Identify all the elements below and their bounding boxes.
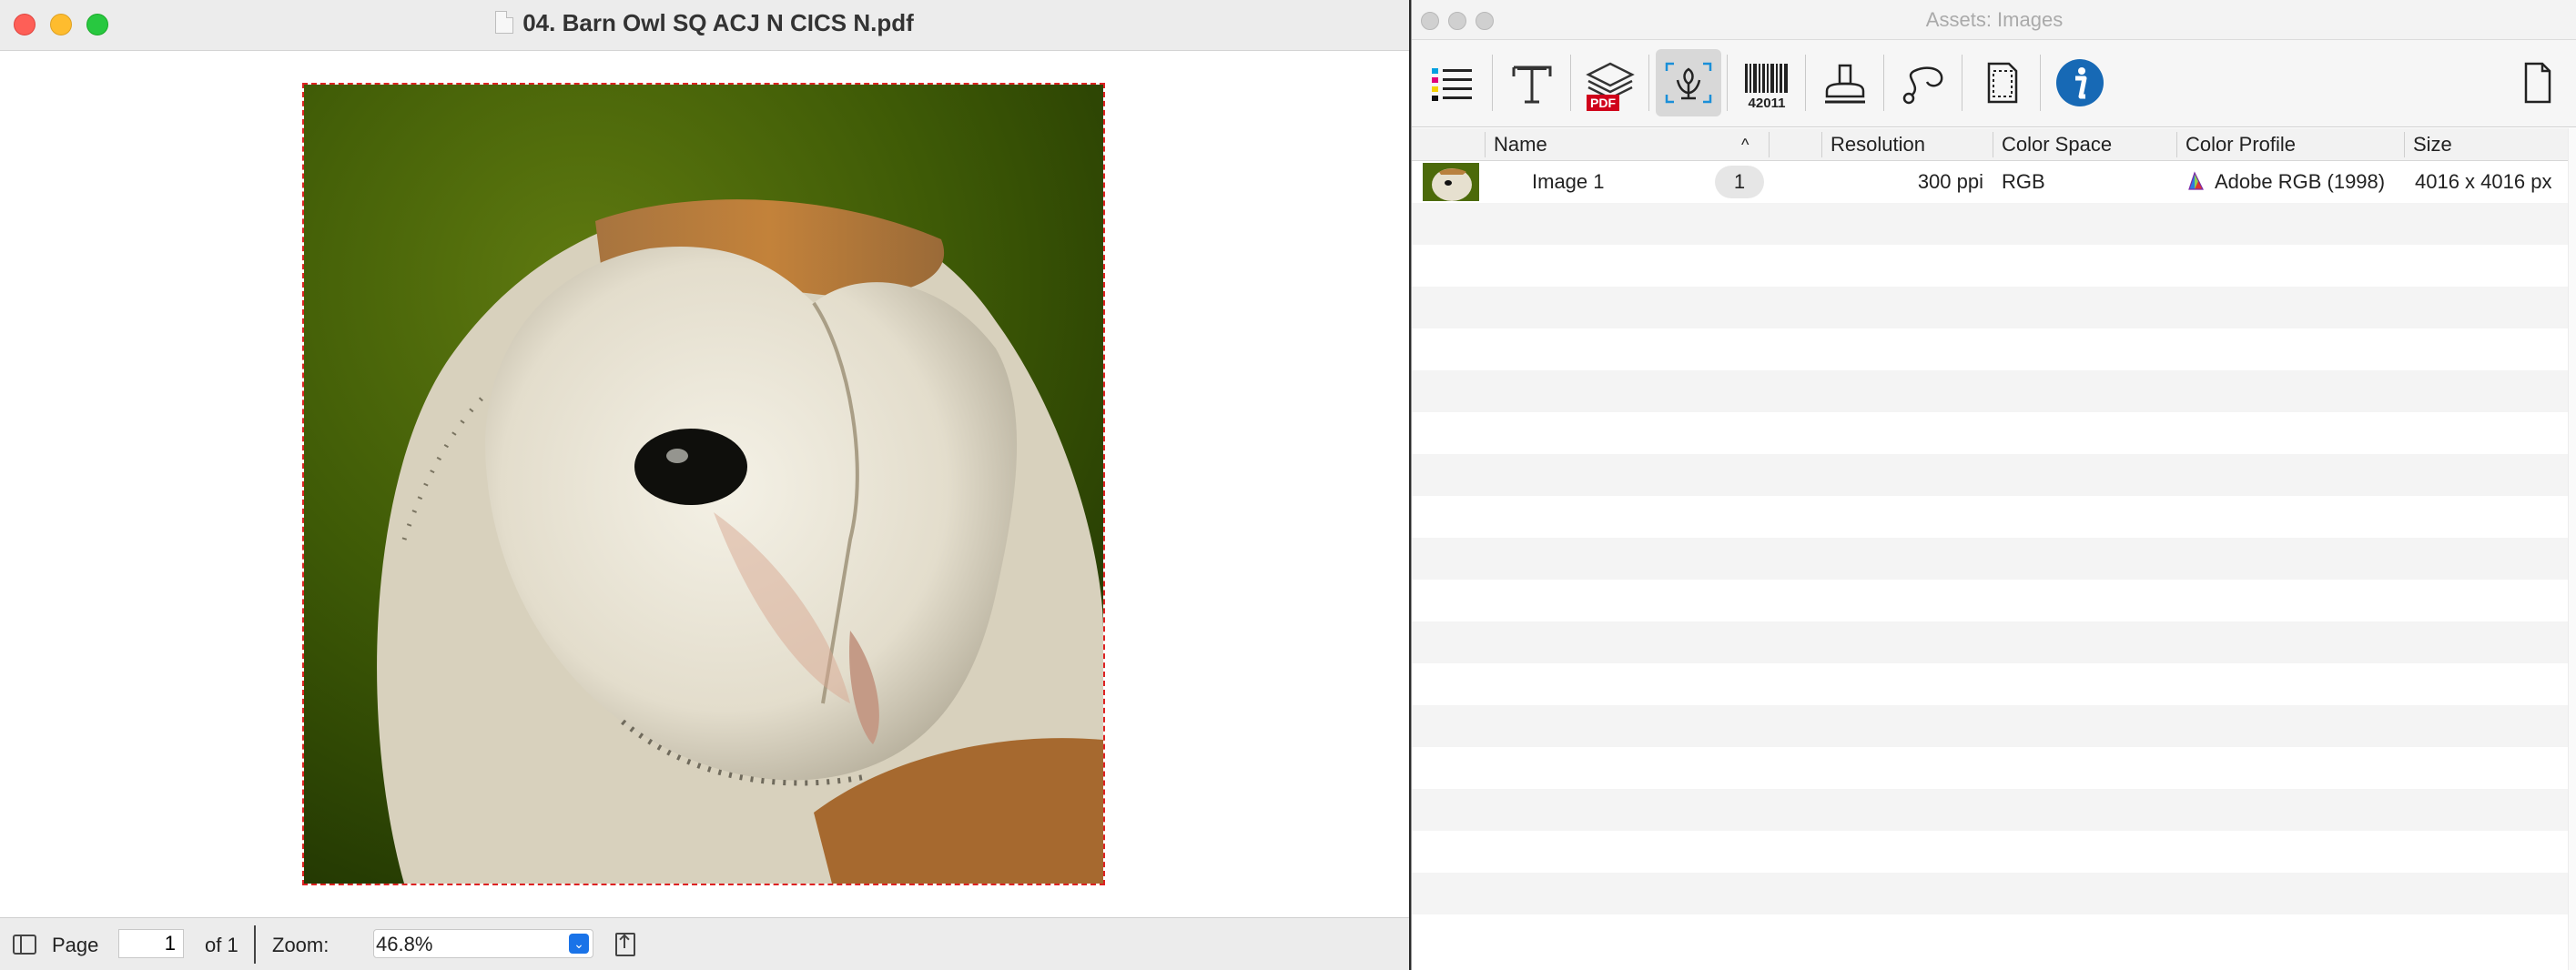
svg-text:42011: 42011 xyxy=(1749,96,1786,111)
document-statusbar: Page of 1 Zoom: 46.8% ⌄ xyxy=(0,917,1409,970)
page-number-input[interactable] xyxy=(118,929,184,958)
stamps-button[interactable] xyxy=(1812,49,1878,116)
column-separator xyxy=(1485,132,1486,157)
stamp-icon xyxy=(1825,64,1865,104)
table-header: Name ^ Resolution Color Space Color Prof… xyxy=(1412,128,2576,161)
empty-row xyxy=(1412,328,2576,370)
owl-image[interactable] xyxy=(302,83,1105,885)
toolbar-separator xyxy=(1648,55,1649,111)
toolbar-separator xyxy=(1805,55,1806,111)
row-color-profile-text: Adobe RGB (1998) xyxy=(2215,170,2386,193)
row-size: 4016 x 4016 px xyxy=(2415,170,2552,193)
owl-image-illustration xyxy=(304,85,1103,884)
toolbar-separator xyxy=(2040,55,2041,111)
empty-row xyxy=(1412,789,2576,831)
column-header-size[interactable]: Size xyxy=(2413,133,2452,158)
zoom-value: 46.8% xyxy=(376,933,433,955)
row-usage-count-badge: 1 xyxy=(1715,166,1764,198)
empty-row xyxy=(1412,245,2576,287)
empty-row xyxy=(1412,370,2576,412)
page-count-label: of 1 xyxy=(205,934,238,956)
thumbnail-owl-icon xyxy=(1423,163,1479,201)
empty-row xyxy=(1412,287,2576,328)
column-header-color-profile[interactable]: Color Profile xyxy=(2186,133,2296,158)
path-curve-icon xyxy=(1902,66,1943,105)
document-titlebar: 04. Barn Owl SQ ACJ N CICS N.pdf xyxy=(0,0,1409,51)
barcodes-button[interactable]: 42011 xyxy=(1734,49,1800,116)
document-file-icon xyxy=(495,11,514,34)
share-icon[interactable] xyxy=(615,933,635,956)
column-separator xyxy=(1821,132,1822,157)
row-color-profile: Adobe RGB (1998) xyxy=(2186,170,2385,194)
empty-row xyxy=(1412,496,2576,538)
document-icon xyxy=(2524,62,2551,104)
document-window: 04. Barn Owl SQ ACJ N CICS N.pdf Page 1 … xyxy=(0,0,1409,970)
assets-title: Assets: Images xyxy=(1925,8,2064,31)
table-row[interactable]: Image 1 1 300 ppi RGB Adobe RGB (1998) 4… xyxy=(1412,161,2576,203)
image-flower-icon xyxy=(1665,62,1712,104)
empty-row xyxy=(1412,914,2576,956)
empty-row xyxy=(1412,538,2576,580)
pdf-layers-button[interactable]: PDF xyxy=(1577,49,1643,116)
image-thumbnail xyxy=(1423,163,1479,201)
empty-row xyxy=(1412,621,2576,663)
page-box-icon xyxy=(1987,62,2018,104)
table-body: Image 1 1 300 ppi RGB Adobe RGB (1998) 4… xyxy=(1412,161,2576,970)
row-resolution: 300 ppi xyxy=(1917,170,1983,193)
document-title: 04. Barn Owl SQ ACJ N CICS N.pdf xyxy=(0,9,1409,37)
empty-row xyxy=(1412,705,2576,747)
document-canvas[interactable] xyxy=(0,52,1409,917)
color-list-icon xyxy=(1432,68,1472,101)
empty-row xyxy=(1412,580,2576,621)
row-name: Image 1 xyxy=(1532,170,1605,193)
column-header-color-space[interactable]: Color Space xyxy=(2002,133,2112,158)
empty-row xyxy=(1412,663,2576,705)
toolbar-separator xyxy=(1727,55,1728,111)
column-separator xyxy=(2176,132,2177,157)
barcode-icon: 42011 xyxy=(1745,64,1788,111)
empty-row xyxy=(1412,831,2576,873)
vertical-scrollbar[interactable] xyxy=(2568,128,2576,970)
pdf-layers-icon: PDF xyxy=(1586,62,1635,111)
info-button[interactable] xyxy=(2047,49,2113,116)
empty-row xyxy=(1412,412,2576,454)
zoom-label: Zoom: xyxy=(272,934,330,956)
assets-panel: Assets: Images PDF 42011 Name ^ Resoluti… xyxy=(1411,0,2576,970)
svg-text:PDF: PDF xyxy=(1590,96,1616,110)
empty-row xyxy=(1412,454,2576,496)
chevron-down-icon[interactable]: ⌄ xyxy=(569,934,589,954)
column-separator xyxy=(2404,132,2405,157)
page-boxes-button[interactable] xyxy=(1969,49,2034,116)
sidebar-toggle-icon[interactable] xyxy=(13,935,36,955)
images-button[interactable] xyxy=(1656,49,1721,116)
sort-ascending-icon[interactable]: ^ xyxy=(1741,136,1749,161)
column-header-name[interactable]: Name xyxy=(1494,133,1547,158)
assets-toolbar: PDF 42011 xyxy=(1412,40,2576,127)
toolbar-separator xyxy=(1570,55,1571,111)
zoom-select[interactable]: 46.8% ⌄ xyxy=(373,929,593,958)
document-button[interactable] xyxy=(2504,49,2570,116)
column-header-resolution[interactable]: Resolution xyxy=(1831,133,1925,158)
info-icon xyxy=(2056,59,2104,106)
statusbar-divider xyxy=(254,925,256,964)
toolbar-separator xyxy=(1883,55,1884,111)
empty-row xyxy=(1412,873,2576,914)
color-profile-icon xyxy=(2188,171,2204,190)
fonts-button[interactable] xyxy=(1499,49,1565,116)
toolbar-separator xyxy=(1492,55,1493,111)
empty-row xyxy=(1412,747,2576,789)
type-t-icon xyxy=(1512,66,1552,104)
document-title-text: 04. Barn Owl SQ ACJ N CICS N.pdf xyxy=(522,9,914,36)
page-label: Page xyxy=(52,934,99,956)
row-color-space: RGB xyxy=(2002,170,2045,193)
column-separator xyxy=(1769,132,1770,157)
paths-button[interactable] xyxy=(1891,49,1956,116)
empty-row xyxy=(1412,203,2576,245)
separations-button[interactable] xyxy=(1421,49,1486,116)
assets-titlebar: Assets: Images xyxy=(1412,0,2576,40)
assets-table: Name ^ Resolution Color Space Color Prof… xyxy=(1412,128,2576,970)
